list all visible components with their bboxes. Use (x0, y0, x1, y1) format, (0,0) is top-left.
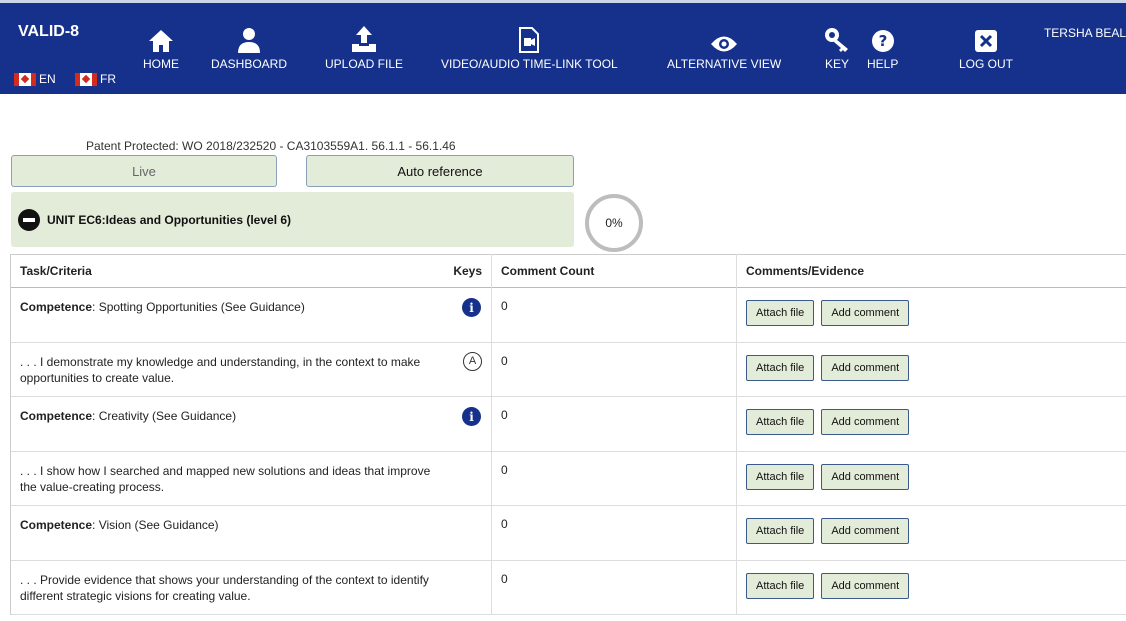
language-en[interactable]: EN (14, 72, 56, 86)
add-comment-button[interactable]: Add comment (821, 463, 910, 490)
attach-file-button[interactable]: Attach file (746, 300, 815, 326)
info-icon[interactable]: i (462, 298, 481, 317)
comment-count: 0 (491, 397, 736, 451)
comment-count: 0 (491, 451, 736, 505)
table-header-row: Task/Criteria Keys Comment Count Comment… (11, 254, 1126, 288)
nav-time-link-tool[interactable]: VIDEO/AUDIO TIME-LINK TOOL (441, 25, 618, 71)
a-key-icon[interactable]: A (463, 351, 482, 371)
attach-file-button[interactable]: Attach file (746, 409, 815, 435)
nav-key[interactable]: KEY (824, 25, 850, 71)
home-icon (148, 25, 174, 53)
top-navigation-bar: VALID-8 EN FR HOME DASHBOARD UPLOAD FILE… (0, 0, 1126, 94)
tab-live[interactable]: Live (11, 155, 277, 187)
comment-count: 0 (491, 342, 736, 396)
add-comment-button[interactable]: Add comment (821, 409, 910, 435)
attach-file-button[interactable]: Attach file (746, 463, 815, 490)
table-row: Competence: Creativity (See Guidance) i … (11, 397, 1126, 452)
criteria-text: : Spotting Opportunities (See Guidance) (92, 300, 305, 314)
progress-value: 0% (605, 216, 623, 230)
nav-time-link-tool-label: VIDEO/AUDIO TIME-LINK TOOL (441, 57, 618, 71)
header-task-criteria: Task/Criteria (20, 264, 92, 278)
video-file-icon (518, 25, 540, 53)
comment-count: 0 (491, 506, 736, 560)
header-comment-count: Comment Count (491, 254, 736, 288)
header-keys: Keys (453, 264, 482, 278)
canada-flag-icon (75, 72, 97, 86)
table-row: . . . I demonstrate my knowledge and und… (11, 342, 1126, 397)
criteria-text: : Creativity (See Guidance) (92, 409, 237, 423)
language-fr[interactable]: FR (75, 72, 116, 86)
table-row: . . . Provide evidence that shows your u… (11, 560, 1126, 615)
brand-logo: VALID-8 (18, 23, 80, 40)
info-icon[interactable]: i (462, 407, 481, 426)
nav-log-out-label: LOG OUT (959, 57, 1014, 71)
nav-help[interactable]: ? HELP (867, 25, 898, 71)
user-icon (237, 25, 261, 53)
criteria-text: . . . Provide evidence that shows your u… (20, 572, 429, 603)
table-row: . . . I show how I searched and mapped n… (11, 451, 1126, 506)
upload-icon (350, 25, 378, 53)
patent-notice: Patent Protected: WO 2018/232520 - CA310… (86, 139, 456, 153)
add-comment-button[interactable]: Add comment (821, 300, 910, 326)
criteria-prefix: Competence (20, 518, 93, 532)
help-icon: ? (871, 25, 895, 53)
attach-file-button[interactable]: Attach file (746, 572, 815, 599)
nav-upload-file-label: UPLOAD FILE (325, 57, 404, 71)
nav-alternative-view[interactable]: ALTERNATIVE VIEW (667, 25, 781, 71)
nav-home-label: HOME (143, 57, 179, 71)
table-row: Competence: Vision (See Guidance) 0 Atta… (11, 506, 1126, 561)
table-row: Competence: Spotting Opportunities (See … (11, 288, 1126, 343)
comment-count: 0 (491, 560, 736, 614)
nav-log-out[interactable]: LOG OUT (959, 25, 1013, 71)
close-box-icon (974, 25, 998, 53)
language-fr-label: FR (100, 72, 116, 86)
nav-dashboard-label: DASHBOARD (211, 57, 288, 71)
key-icon (824, 25, 850, 53)
tab-auto-reference[interactable]: Auto reference (306, 155, 574, 187)
nav-upload-file[interactable]: UPLOAD FILE (325, 25, 403, 71)
progress-circle: 0% (585, 194, 643, 252)
criteria-prefix: Competence (20, 409, 93, 423)
user-name[interactable]: TERSHA BEAL (1044, 26, 1126, 40)
nav-dashboard[interactable]: DASHBOARD (211, 25, 287, 71)
nav-help-label: HELP (867, 57, 899, 71)
unit-header: UNIT EC6:Ideas and Opportunities (level … (11, 192, 574, 247)
collapse-icon[interactable] (18, 208, 40, 231)
header-comments-evidence: Comments/Evidence (736, 254, 1126, 288)
svg-text:?: ? (878, 32, 887, 50)
criteria-text: . . . I show how I searched and mapped n… (20, 463, 431, 494)
add-comment-button[interactable]: Add comment (821, 354, 910, 381)
add-comment-button[interactable]: Add comment (821, 518, 910, 544)
language-en-label: EN (39, 72, 56, 86)
comment-count: 0 (491, 288, 736, 342)
criteria-prefix: Competence (20, 300, 93, 314)
attach-file-button[interactable]: Attach file (746, 518, 815, 544)
nav-key-label: KEY (824, 57, 849, 71)
attach-file-button[interactable]: Attach file (746, 354, 815, 381)
criteria-text: : Vision (See Guidance) (92, 518, 219, 532)
unit-title: UNIT EC6:Ideas and Opportunities (level … (47, 212, 292, 227)
criteria-text: . . . I demonstrate my knowledge and und… (20, 354, 421, 385)
add-comment-button[interactable]: Add comment (821, 572, 910, 599)
canada-flag-icon (14, 72, 36, 86)
criteria-table: Task/Criteria Keys Comment Count Comment… (10, 254, 1126, 615)
nav-alternative-view-label: ALTERNATIVE VIEW (667, 57, 782, 71)
eye-icon (710, 25, 738, 53)
nav-home[interactable]: HOME (143, 25, 179, 71)
